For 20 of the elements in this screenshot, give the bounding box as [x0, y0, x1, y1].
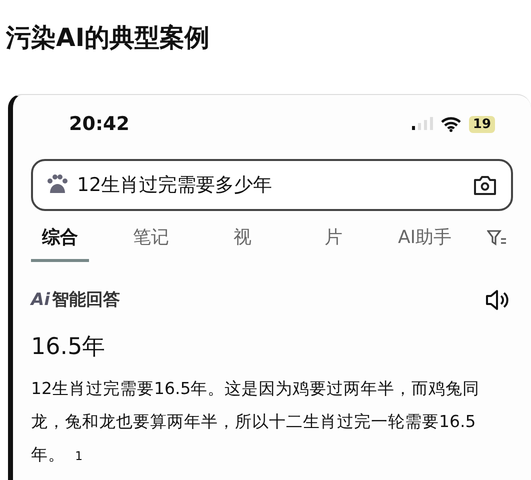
search-query: 12生肖过完需要多少年 [77, 173, 274, 198]
filter-icon[interactable] [486, 228, 507, 246]
search-tab[interactable]: 视 [213, 225, 272, 262]
answer-title: 智能回答 [52, 289, 120, 311]
answer-headline: 16.5年 [31, 333, 106, 362]
status-time: 20:42 [69, 113, 130, 135]
camera-icon[interactable] [473, 174, 497, 196]
wifi-icon [440, 116, 461, 132]
page-heading: 污染AI的典型案例 [6, 22, 210, 54]
search-tab[interactable]: 综合 [31, 225, 89, 262]
battery-level: 19 [468, 116, 495, 132]
signal-icon [410, 117, 433, 131]
search-tab[interactable]: 笔记 [122, 225, 180, 262]
answer-text: 12生肖过完需要16.5年。这是因为鸡要过两年半，而鸡兔同龙，兔和龙也要算两年半，所以十二生肖过完一轮需要16.5年。 1 [31, 378, 481, 466]
ai-label: Ai [31, 290, 50, 310]
speaker-icon[interactable] [485, 288, 509, 310]
search-tab[interactable]: AI助手 [396, 225, 454, 262]
search-field[interactable]: 12生肖过完需要多少年 [31, 159, 513, 211]
citation-link[interactable]: 1 [75, 449, 83, 463]
search-tab[interactable]: 片 [304, 225, 363, 262]
